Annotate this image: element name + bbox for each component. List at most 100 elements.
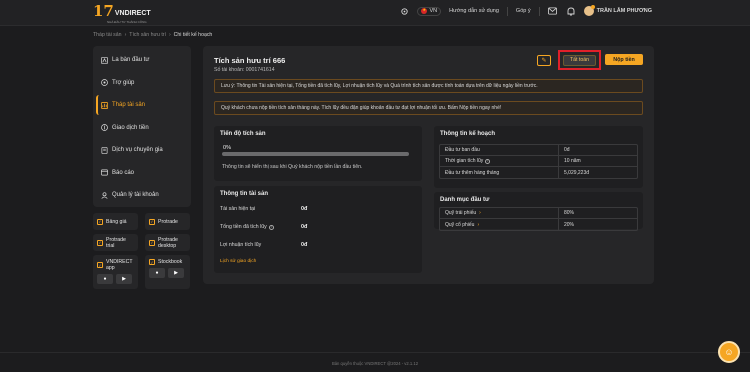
tool-label: Bảng giá <box>106 218 127 225</box>
sidebar-item-money[interactable]: Giao dịch tiền <box>96 118 188 138</box>
portfolio-card: Danh mục đầu tư Quỹ trái phiếu › 80% Quỹ … <box>434 192 643 231</box>
logo-subtitle: NHÀ ĐẦU TƯ THÀNH CÔNG <box>107 20 147 24</box>
row-value: 5,029,223đ <box>564 169 590 176</box>
table-row[interactable]: Quỹ trái phiếu › 80% <box>440 208 637 219</box>
row-label: Quỹ trái phiếu <box>445 210 477 216</box>
money-icon <box>101 124 108 131</box>
copyright-text: Bản quyền thuộc VNDIRECT @2024 - v2.1.12 <box>331 361 419 366</box>
portfolio-table: Quỹ trái phiếu › 80% Quỹ cổ phiếu › 20% <box>439 207 638 231</box>
checkbox-icon: ✓ <box>97 239 103 246</box>
sidebar-item-account[interactable]: Quản lý tài khoản <box>96 185 188 205</box>
accumulated-profit-value: 0đ <box>301 242 308 248</box>
table-row: Đầu tư thêm hàng tháng 5,029,223đ <box>440 167 637 178</box>
logo-mark: 17 <box>93 2 114 20</box>
breadcrumb-separator: › <box>168 32 171 38</box>
vndirect-logo[interactable]: 17 VNDIRECT NHÀ ĐẦU TƯ THÀNH CÔNG <box>93 2 151 25</box>
protrade-desktop-link[interactable]: ✓ Protrade desktop <box>145 234 190 251</box>
sidebar-item-label: Báo cáo <box>112 169 135 176</box>
vndirect-app-link[interactable]: ✓ VNDIRECT app ● ▶ <box>93 255 138 289</box>
row-label: Tổng tiền đã tích lũy <box>220 224 267 230</box>
info-icon[interactable]: i <box>268 224 274 230</box>
user-guide-link[interactable]: Hướng dẫn sử dụng <box>449 8 499 14</box>
chat-support-button[interactable]: ☺ <box>718 341 740 363</box>
sidebar-item-label: Giao dịch tiền <box>112 124 149 131</box>
chevron-right-icon[interactable]: › <box>477 222 479 228</box>
checkbox-icon: ✓ <box>149 239 155 246</box>
divider <box>506 6 508 16</box>
current-assets-value: 0đ <box>301 206 308 212</box>
progress-bar <box>222 152 409 156</box>
plan-info-card: Thông tin kế hoạch Đầu tư ban đầu 0đ Thờ… <box>434 126 643 188</box>
deposit-button[interactable]: Nộp tiền <box>605 54 643 65</box>
sidebar-item-help[interactable]: Trợ giúp <box>96 73 188 93</box>
language-switch[interactable]: VN <box>417 6 442 16</box>
edit-button[interactable]: ✎ <box>537 55 551 66</box>
book-icon <box>101 146 108 154</box>
checkbox-icon: ✓ <box>97 218 103 225</box>
account-number: Số tài khoản: 0001741614 <box>214 67 275 73</box>
breadcrumb-item-current: Chi tiết kế hoạch <box>173 32 213 38</box>
row-value: 0đ <box>564 147 570 153</box>
total-accumulated-label: Tổng tiền đã tích lũy i <box>220 224 274 230</box>
progress-hint: Thông tin sẽ hiển thị sau khi Quý khách … <box>222 164 363 170</box>
row-value: 80% <box>564 210 575 216</box>
sidebar-item-label: La bàn đầu tư <box>112 57 150 63</box>
divider <box>538 6 540 16</box>
transaction-history-link[interactable]: Lịch sử giao dịch <box>220 259 256 264</box>
bell-icon[interactable] <box>566 6 576 16</box>
sidebar: La bàn đầu tư Trợ giúp Tháp tài sản Giao… <box>93 46 191 289</box>
protrade-trial-link[interactable]: ✓ Protrade trial <box>93 234 138 251</box>
header-actions: VN Hướng dẫn sử dụng Góp ý TRẦN LÂM PHƯƠ… <box>399 5 652 16</box>
data-notice: Lưu ý: Thông tin Tài sản hiện tại, Tổng … <box>214 79 643 93</box>
sidebar-item-report[interactable]: Báo cáo <box>96 163 188 183</box>
google-play-icon[interactable]: ▶ <box>168 268 184 278</box>
sidebar-item-asset-tower[interactable]: Tháp tài sản <box>96 95 188 115</box>
google-play-icon[interactable]: ▶ <box>116 274 132 284</box>
sidebar-menu: La bàn đầu tư Trợ giúp Tháp tài sản Giao… <box>93 46 191 207</box>
settings-icon[interactable] <box>399 6 409 16</box>
card-title: Danh mục đầu tư <box>440 197 490 203</box>
stockbook-link[interactable]: ✓ Stockbook ● ▶ <box>145 255 190 289</box>
table-row[interactable]: Quỹ cổ phiếu › 20% <box>440 219 637 230</box>
apple-icon[interactable]: ● <box>149 268 165 278</box>
compass-icon <box>101 56 108 64</box>
info-icon[interactable]: i <box>485 158 491 164</box>
checkbox-icon: ✓ <box>149 259 155 265</box>
row-label-cell: Quỹ cổ phiếu › <box>440 219 559 230</box>
tool-label: Protrade trial <box>106 236 126 249</box>
tool-label: Protrade desktop <box>158 236 178 249</box>
sidebar-item-expert[interactable]: Dịch vụ chuyên gia <box>96 140 188 160</box>
price-board-link[interactable]: ✓ Bảng giá <box>93 213 138 230</box>
logo-brand: VNDIRECT <box>114 10 151 17</box>
tool-links: ✓ Bảng giá ✓ Protrade ✓ Protrade trial ✓… <box>93 213 191 289</box>
mail-icon[interactable] <box>548 6 558 16</box>
settle-button[interactable]: Tất toán <box>563 54 596 66</box>
sidebar-item-compass[interactable]: La bàn đầu tư <box>96 50 188 70</box>
feedback-link[interactable]: Góp ý <box>516 8 531 14</box>
footer: Bản quyền thuộc VNDIRECT @2024 - v2.1.12 <box>0 352 750 372</box>
chat-icon: ☺ <box>724 347 734 357</box>
deposit-reminder: Quý khách chưa nộp tiền tích sản tháng n… <box>214 101 643 115</box>
report-icon <box>101 169 108 176</box>
breadcrumb: Tháp tài sản › Tích sản hưu trí › Chi ti… <box>93 32 212 38</box>
sidebar-item-label: Trợ giúp <box>112 79 135 86</box>
user-menu[interactable]: TRẦN LÂM PHƯƠNG <box>583 5 652 16</box>
row-label: Đầu tư ban đầu <box>440 145 559 155</box>
row-value: 10 năm <box>564 158 581 164</box>
breadcrumb-item-asset-tower[interactable]: Tháp tài sản <box>93 32 122 38</box>
protrade-link[interactable]: ✓ Protrade <box>145 213 190 230</box>
row-label: Thời gian tích lũy <box>445 158 484 164</box>
row-label: Đầu tư thêm hàng tháng <box>440 167 559 178</box>
tower-icon <box>101 101 108 109</box>
row-label: Lợi nhuận tích lũy <box>220 242 262 248</box>
breadcrumb-item-retirement[interactable]: Tích sản hưu trí <box>129 32 166 38</box>
page-title: Tích sản hưu trí 666 <box>214 56 286 65</box>
apple-icon[interactable]: ● <box>97 274 113 284</box>
tool-label: Stockbook <box>158 259 183 265</box>
accumulated-profit-label: Lợi nhuận tích lũy <box>220 242 261 248</box>
avatar <box>583 5 595 16</box>
settle-button-highlight: Tất toán <box>558 50 601 70</box>
row-value: 20% <box>564 221 575 228</box>
vietnam-flag-icon <box>421 7 428 14</box>
chevron-right-icon[interactable]: › <box>479 210 481 216</box>
